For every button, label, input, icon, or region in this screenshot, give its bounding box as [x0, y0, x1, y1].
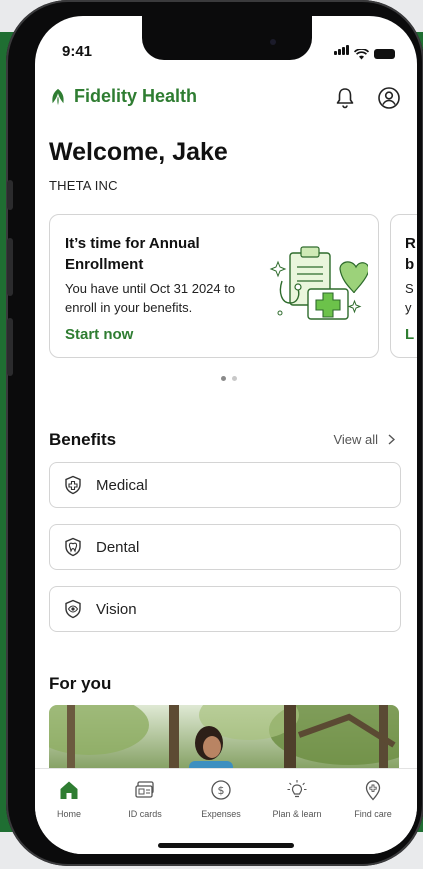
brand: Fidelity Health: [49, 86, 197, 107]
enrollment-illustration: [269, 246, 368, 320]
location-plus-icon: [365, 780, 381, 801]
phone-frame: 9:41 Fidelity Health Welcome, Jake THETA…: [6, 0, 423, 866]
tab-bar: Home ID cards $ Expenses Plan & learn Fi…: [35, 768, 417, 854]
benefit-vision[interactable]: Vision: [49, 586, 401, 632]
carousel-dot-active[interactable]: [221, 376, 226, 381]
tab-label: Home: [56, 809, 81, 819]
signal-icon: [333, 42, 349, 60]
phone-side-button: [7, 180, 13, 210]
battery-icon: [374, 49, 395, 59]
tab-id-cards[interactable]: ID cards: [107, 779, 183, 819]
brand-name: Fidelity Health: [74, 86, 198, 106]
id-card-icon: [135, 781, 154, 798]
status-icons: [333, 42, 395, 60]
phone-volume-up: [7, 238, 13, 296]
start-now-link[interactable]: Start now: [65, 326, 133, 343]
profile-icon[interactable]: [377, 86, 401, 110]
tab-label: Plan & learn: [272, 809, 322, 819]
tab-label: ID cards: [128, 809, 162, 819]
card-body: You have until Oct 31 2024 to enroll in …: [65, 281, 236, 315]
for-you-title: For you: [49, 674, 112, 693]
home-indicator: [158, 843, 294, 848]
card-title: It’s time for Annual Enrollment: [65, 235, 200, 273]
benefit-medical[interactable]: Medical: [49, 462, 401, 508]
app-screen: 9:41 Fidelity Health Welcome, Jake THETA…: [35, 16, 417, 854]
chevron-right-icon: [388, 434, 395, 445]
card-title: R b: [405, 235, 416, 273]
card-body: S y: [405, 281, 414, 315]
status-time: 9:41: [62, 43, 93, 60]
company-name: THETA INC: [49, 178, 118, 193]
benefits-title: Benefits: [49, 430, 117, 449]
view-all-label: View all: [333, 432, 378, 447]
phone-volume-down: [7, 318, 13, 376]
medical-shield-icon: [65, 475, 81, 495]
for-you-photo[interactable]: [49, 705, 399, 775]
view-all-link[interactable]: View all: [333, 432, 395, 447]
tab-expenses[interactable]: $ Expenses: [183, 779, 259, 819]
lightbulb-icon: [287, 780, 307, 798]
eye-shield-icon: [65, 599, 81, 619]
tab-label: Expenses: [201, 809, 241, 819]
card-link[interactable]: L: [405, 326, 414, 343]
svg-text:$: $: [218, 784, 225, 797]
carousel-dot[interactable]: [232, 376, 237, 381]
dollar-icon: $: [211, 780, 231, 800]
tab-label: Find care: [354, 809, 392, 819]
bell-icon[interactable]: [333, 86, 357, 110]
dental-shield-icon: [65, 537, 81, 557]
welcome-title: Welcome, Jake: [49, 138, 228, 166]
enrollment-card[interactable]: It’s time for Annual Enrollment You have…: [49, 214, 379, 358]
camera: [270, 39, 276, 45]
fidelity-leaf-logo-icon: [52, 88, 64, 105]
wifi-icon: [354, 49, 369, 60]
tab-plan-learn[interactable]: Plan & learn: [259, 779, 335, 819]
notch: [142, 16, 312, 60]
carousel-dots[interactable]: [221, 376, 237, 381]
benefit-label: Medical: [96, 476, 148, 494]
benefit-dental[interactable]: Dental: [49, 524, 401, 570]
benefit-label: Dental: [96, 538, 140, 556]
tab-home[interactable]: Home: [35, 779, 107, 819]
second-card-partial[interactable]: R b S y L: [390, 214, 417, 358]
tab-find-care[interactable]: Find care: [335, 779, 411, 819]
home-icon: [60, 781, 78, 799]
benefit-label: Vision: [96, 600, 137, 618]
